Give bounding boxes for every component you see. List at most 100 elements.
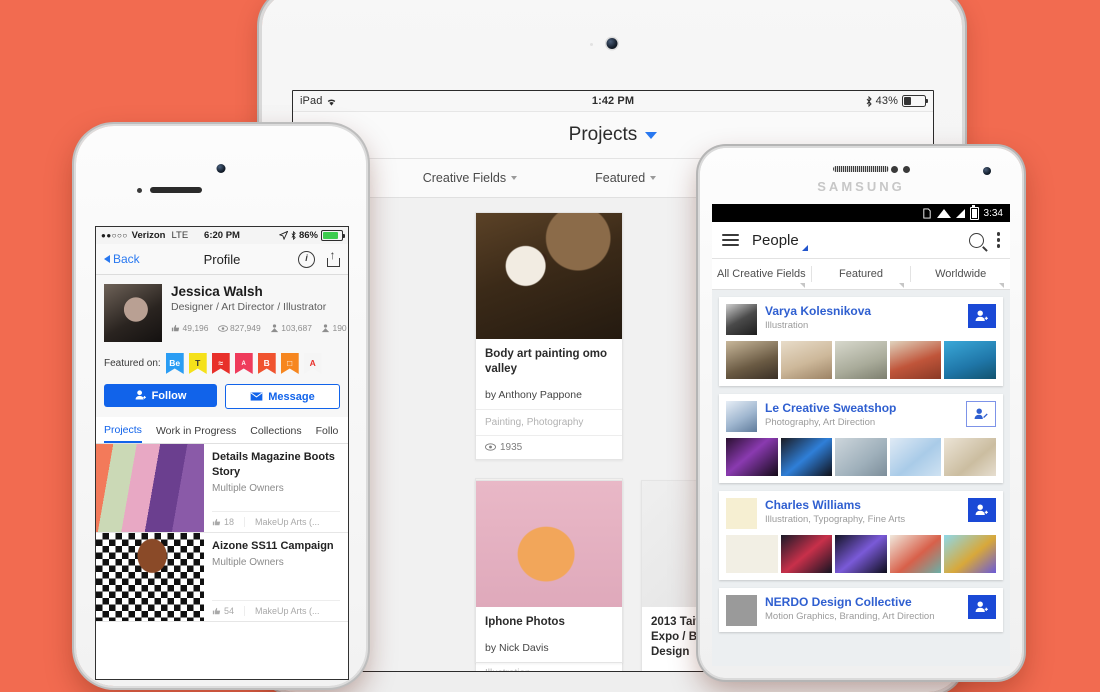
iphone-sensor-icon: [137, 188, 142, 193]
list-item-body: Details Magazine Boots Story Multiple Ow…: [204, 444, 348, 532]
galaxy-sensor-icon: [903, 166, 910, 173]
badge-illustration[interactable]: ≈: [211, 353, 230, 374]
thumbnail[interactable]: [944, 438, 996, 476]
profile-actions: Follow Message: [96, 379, 348, 417]
ipad-title-dropdown[interactable]: Projects: [569, 124, 658, 146]
badge-art-direction[interactable]: A: [234, 353, 253, 374]
ipad-filter-creative-fields[interactable]: Creative Fields: [422, 171, 518, 185]
project-stats: 1935: [476, 434, 622, 459]
info-icon[interactable]: i: [298, 250, 315, 268]
project-card[interactable]: Iphone Photos by Nick Davis: [475, 480, 623, 663]
thumbnail[interactable]: [780, 535, 833, 573]
list-item[interactable]: NERDO Design Collective Motion Graphics,…: [719, 588, 1003, 632]
thumbnail[interactable]: [780, 341, 833, 379]
project-card[interactable]: Body art painting omo valley by Anthony …: [475, 212, 623, 460]
project-title: Details Magazine Boots Story: [212, 451, 335, 478]
hamburger-icon[interactable]: [722, 234, 739, 246]
project-fields: Painting, Photography: [476, 408, 622, 435]
project-thumbnail: [96, 444, 204, 532]
likes-count: 18: [224, 517, 235, 527]
person-info: Varya Kolesnikova Illustration: [765, 304, 871, 331]
tab-worldwide[interactable]: Worldwide: [911, 268, 1010, 288]
back-button[interactable]: Back: [104, 252, 140, 266]
tab-work-in-progress[interactable]: Work in Progress: [156, 419, 236, 442]
galaxy-brand-logo: SAMSUNG: [817, 179, 905, 194]
avatar: [726, 304, 757, 335]
tab-projects[interactable]: Projects: [104, 418, 142, 443]
follow-button[interactable]: [968, 498, 996, 522]
badge-graphic-design[interactable]: □: [280, 353, 299, 374]
thumbnail[interactable]: [726, 341, 778, 379]
iphone-speaker-grille: [150, 187, 202, 193]
iphone-camera-icon: [216, 164, 226, 173]
followers-stat: 103,687: [270, 323, 312, 333]
follow-label: Follow: [151, 389, 187, 402]
android-clock: 3:34: [983, 207, 1003, 219]
badge-branding[interactable]: B: [257, 353, 276, 374]
ipad-camera-icon: [606, 38, 618, 49]
thumbnail[interactable]: [944, 341, 996, 379]
tab-all-creative-fields[interactable]: All Creative Fields: [712, 268, 811, 288]
follow-button[interactable]: [968, 304, 996, 328]
ipad-page-title: Projects: [568, 124, 638, 145]
person-name[interactable]: Le Creative Sweatshop: [765, 401, 896, 415]
person-header: Varya Kolesnikova Illustration: [726, 304, 996, 341]
project-thumbnail: [476, 213, 622, 339]
badge-typography[interactable]: T: [188, 353, 207, 374]
following-button[interactable]: [966, 401, 996, 427]
list-item[interactable]: Charles Williams Illustration, Typograph…: [719, 491, 1003, 580]
filter-label: Creative Fields: [422, 171, 507, 185]
follow-button[interactable]: Follow: [104, 384, 217, 407]
following-stat: 190: [321, 323, 347, 333]
follow-button[interactable]: [968, 595, 996, 619]
person-info: NERDO Design Collective Motion Graphics,…: [765, 595, 935, 622]
thumbnail[interactable]: [944, 535, 996, 573]
featured-on-label: Featured on:: [104, 358, 161, 369]
person-name[interactable]: Charles Williams: [765, 498, 905, 512]
thumbnail[interactable]: [889, 341, 942, 379]
battery-icon: [902, 95, 928, 107]
bluetooth-icon: [866, 95, 872, 107]
people-list: Varya Kolesnikova Illustration Le Creati…: [712, 290, 1010, 639]
overflow-menu-icon[interactable]: [996, 232, 1000, 248]
badge-adobe[interactable]: A: [303, 353, 322, 374]
iphone-screen: ●●○○○ Verizon LTE 6:20 PM 86% Back Profi…: [95, 226, 349, 680]
person-name[interactable]: Varya Kolesnikova: [765, 304, 871, 318]
project-tag: MakeUp Arts (...: [244, 606, 320, 616]
thumbnail[interactable]: [889, 438, 942, 476]
thumbnail[interactable]: [726, 535, 778, 573]
following-count: 190: [332, 323, 347, 333]
avatar: [726, 401, 757, 432]
thumbnail[interactable]: [835, 535, 887, 573]
list-item[interactable]: Le Creative Sweatshop Photography, Art D…: [719, 394, 1003, 483]
thumbnail[interactable]: [835, 438, 887, 476]
person-fields: Illustration, Typography, Fine Arts: [765, 514, 906, 526]
share-icon[interactable]: [327, 249, 340, 267]
project-list: Details Magazine Boots Story Multiple Ow…: [96, 444, 348, 622]
thumbnail[interactable]: [726, 438, 778, 476]
list-item[interactable]: Aizone SS11 Campaign Multiple Owners 54 …: [96, 533, 348, 622]
tab-featured[interactable]: Featured: [812, 268, 911, 288]
likes-stat: 18: [212, 517, 244, 527]
tab-followers[interactable]: Follo: [316, 419, 339, 442]
thumbnail[interactable]: [835, 341, 887, 379]
search-icon[interactable]: [968, 232, 984, 248]
galaxy-camera-icon: [983, 167, 991, 175]
followers-icon: [270, 323, 278, 332]
caret-down-icon: [511, 176, 518, 180]
appreciations-stat: 49,196: [171, 323, 209, 333]
thumbnail[interactable]: [889, 535, 942, 573]
android-title-label: People: [752, 231, 799, 249]
message-button[interactable]: Message: [225, 384, 340, 409]
battery-icon: [321, 230, 345, 241]
person-name[interactable]: NERDO Design Collective: [765, 595, 935, 609]
add-person-icon: [975, 310, 988, 321]
list-item[interactable]: Details Magazine Boots Story Multiple Ow…: [96, 444, 348, 533]
ipad-filter-featured[interactable]: Featured: [595, 171, 657, 185]
badge-behance[interactable]: Be: [165, 353, 184, 374]
thumbnail[interactable]: [780, 438, 833, 476]
list-item[interactable]: Varya Kolesnikova Illustration: [719, 297, 1003, 386]
tab-collections[interactable]: Collections: [250, 419, 301, 442]
android-page-title[interactable]: People: [752, 231, 808, 251]
person-header: Le Creative Sweatshop Photography, Art D…: [726, 401, 996, 438]
